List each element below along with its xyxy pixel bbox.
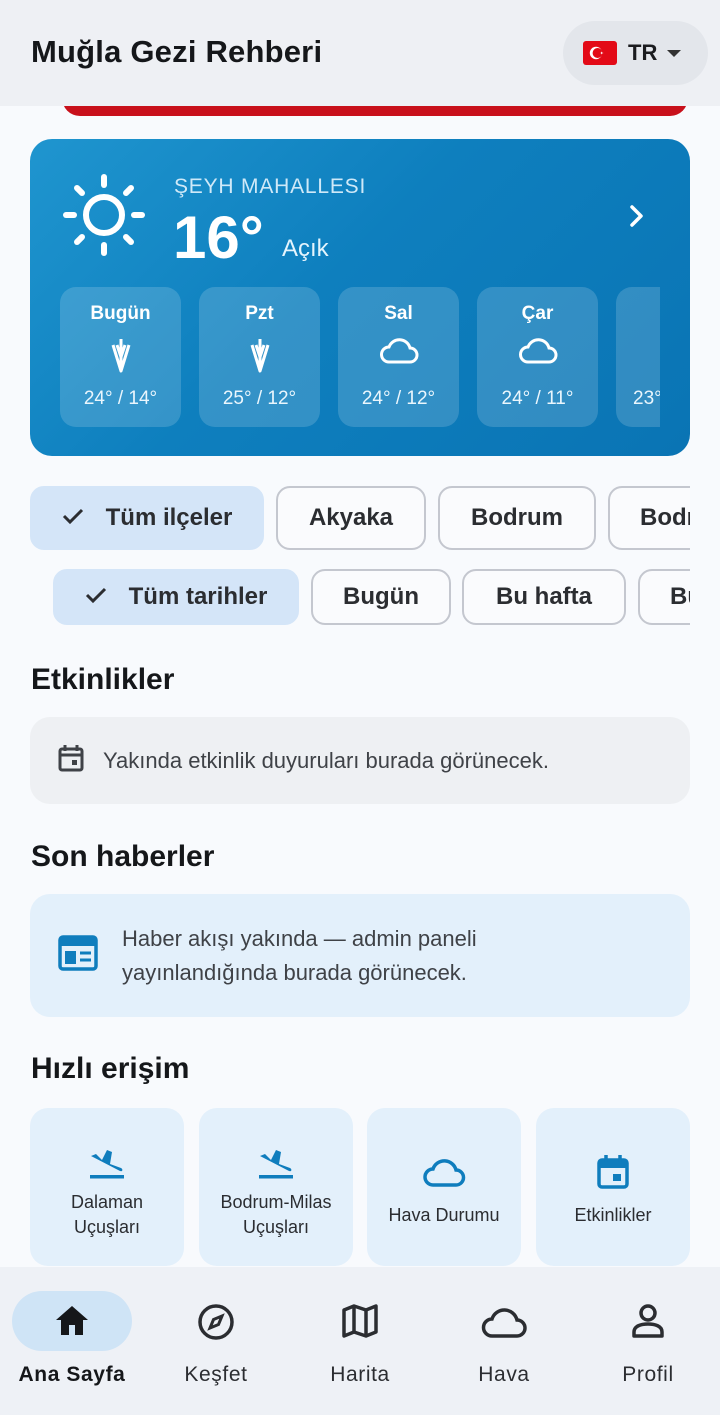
chip-label: Bu hafta [496,583,592,610]
weather-card[interactable]: ŞEYH MAHALLESI 16° Açık Bugün 24° / 14° … [30,139,690,456]
chip-label: Bu [670,583,690,610]
nav-map[interactable]: Harita [288,1267,432,1415]
events-empty-card: Yakında etkinlik duyuruları burada görün… [30,717,690,804]
sun-icon [61,172,147,263]
check-icon [62,504,84,532]
forecast-range: 23° [633,388,660,409]
news-empty-card: Haber akışı yakında — admin paneli yayın… [30,894,690,1017]
events-empty-text: Yakında etkinlik duyuruları burada görün… [103,747,549,773]
forecast-day: Pzt 25° / 12° [199,287,320,427]
chip-label: Tüm ilçeler [105,504,233,531]
calendar-icon [58,744,84,777]
nav-explore[interactable]: Keşfet [144,1267,288,1415]
forecast-strip[interactable]: Bugün 24° / 14° Pzt 25° / 12° Sal 24° / … [60,287,660,427]
forecast-day-name: Sal [384,303,413,324]
cloud-icon [338,337,459,365]
quick-label: Uçuşları [73,1217,140,1237]
cloud-icon [367,1158,521,1188]
chevron-right-icon[interactable] [624,203,650,234]
language-code: TR [628,40,658,65]
forecast-day: Bugün 24° / 14° [60,287,181,427]
chip-label: Tüm tarihler [128,583,268,610]
date-filter-row[interactable]: Tüm tarihler Bugün Bu hafta Bu [0,569,690,625]
nav-profile[interactable]: Profil [576,1267,720,1415]
forecast-range: 24° / 12° [361,388,436,409]
nav-label: Ana Sayfa [18,1363,126,1386]
quick-bodrum-milas-flights[interactable]: Bodrum-Milas Uçuşları [199,1108,353,1266]
district-filter-row[interactable]: Tüm ilçeler Akyaka Bodrum Bodrum [0,486,690,550]
home-icon [0,1303,144,1337]
nav-label: Harita [330,1363,390,1386]
newspaper-icon [58,935,98,976]
check-icon [85,583,107,611]
chip-today[interactable]: Bugün [311,569,451,625]
quick-access-title: Hızlı erişim [31,1052,190,1085]
chip-label: Bodrum [471,504,563,531]
news-empty-line: yayınlandığında burada görünecek. [122,959,467,985]
chip-all-dates[interactable]: Tüm tarihler [53,569,299,625]
cloud-icon [432,1307,576,1339]
forecast-day: Sal 24° / 12° [338,287,459,427]
weather-condition: Açık [282,235,329,262]
forecast-day-name: Pzt [245,303,274,324]
chip-akyaka[interactable]: Akyaka [276,486,426,550]
flight-land-icon [199,1146,353,1180]
bottom-navigation: Ana Sayfa Keşfet Harita Hava Profil [0,1267,720,1415]
quick-label: Uçuşları [242,1217,309,1237]
chip-label: Akyaka [308,504,394,531]
forecast-range: 24° / 14° [83,388,158,409]
forecast-day-name: Bugün [90,303,151,324]
app-title: Muğla Gezi Rehberi [31,34,323,69]
forecast-range: 24° / 11° [501,388,574,409]
chevron-down-icon [667,49,682,57]
nav-label: Profil [622,1363,674,1386]
compass-icon [144,1303,288,1341]
rain-icon [199,337,320,377]
chip-this-week[interactable]: Bu hafta [462,569,626,625]
nav-home[interactable]: Ana Sayfa [0,1267,144,1415]
quick-events[interactable]: Etkinlikler [536,1108,690,1266]
weather-location: ŞEYH MAHALLESI [174,175,367,198]
forecast-day: 23° [616,287,660,427]
turkey-flag-icon [583,41,617,65]
weather-temperature: 16° [173,204,264,271]
rain-icon [60,337,181,377]
quick-label: Bodrum-Milas [220,1192,332,1212]
forecast-day-name: Çar [521,303,554,324]
chip-date-partial[interactable]: Bu [638,569,690,625]
forecast-day: Çar 24° / 11° [477,287,598,427]
quick-label: Dalaman [70,1192,144,1212]
cloud-icon [477,337,598,365]
chip-label: Bodrum [640,504,690,531]
quick-label: Etkinlikler [574,1205,652,1225]
person-icon [576,1303,720,1339]
quick-dalaman-flights[interactable]: Dalaman Uçuşları [30,1108,184,1266]
nav-label: Keşfet [184,1363,248,1386]
forecast-range: 25° / 12° [222,388,297,409]
news-section-title: Son haberler [31,840,215,873]
chip-all-districts[interactable]: Tüm ilçeler [30,486,264,550]
nav-label: Hava [478,1363,530,1386]
flight-land-icon [30,1146,184,1180]
chip-bodrum[interactable]: Bodrum [438,486,596,550]
events-section-title: Etkinlikler [31,663,175,696]
map-icon [288,1303,432,1339]
nav-weather[interactable]: Hava [432,1267,576,1415]
quick-label: Hava Durumu [388,1205,500,1225]
chip-bodrum-partial[interactable]: Bodrum [608,486,690,550]
calendar-icon [536,1154,690,1190]
quick-weather[interactable]: Hava Durumu [367,1108,521,1266]
chip-label: Bugün [343,583,419,610]
language-selector[interactable]: TR [563,21,708,85]
news-empty-line: Haber akışı yakında — admin paneli [122,925,477,951]
app-bar: Muğla Gezi Rehberi TR [0,0,720,106]
news-empty-text: Haber akışı yakında — admin paneli yayın… [122,922,477,990]
